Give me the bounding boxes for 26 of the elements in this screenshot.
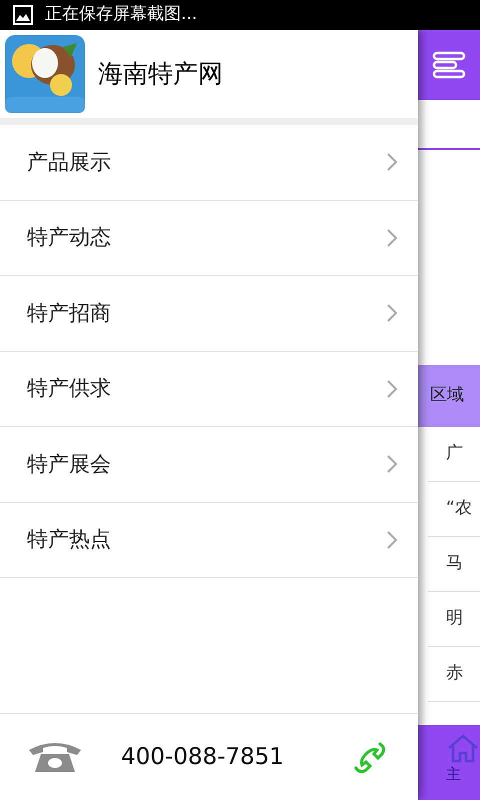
menu-button[interactable] bbox=[418, 30, 480, 100]
image-icon bbox=[13, 5, 33, 25]
menu-item[interactable]: 产品展示 bbox=[0, 125, 418, 200]
section-header: 区域 bbox=[418, 365, 480, 427]
list-item[interactable]: 马 bbox=[428, 537, 480, 592]
telephone-icon bbox=[27, 740, 83, 774]
phone-number: 400-088-7851 bbox=[121, 742, 284, 772]
chevron-right-icon bbox=[386, 152, 398, 172]
list-item[interactable]: 明 bbox=[428, 592, 480, 647]
list-item[interactable]: “农 bbox=[428, 482, 480, 537]
chevron-right-icon bbox=[386, 378, 398, 399]
notification-text: 正在保存屏幕截图... bbox=[45, 3, 198, 26]
list-item[interactable]: 广 bbox=[428, 427, 480, 482]
chevron-right-icon bbox=[386, 228, 398, 248]
menu-item[interactable]: 特产招商 bbox=[0, 276, 418, 352]
menu-item[interactable]: 特产动态 bbox=[0, 200, 418, 276]
chevron-right-icon bbox=[386, 530, 398, 550]
menu-item[interactable]: 特产供求 bbox=[0, 352, 418, 427]
list-item[interactable]: 赤 bbox=[428, 647, 480, 702]
chevron-right-icon bbox=[386, 303, 398, 324]
menu-item[interactable]: 特产展会 bbox=[0, 427, 418, 502]
app-title: 海南特产网 bbox=[98, 58, 223, 90]
menu-item[interactable]: 特产热点 bbox=[0, 502, 418, 578]
menu-icon bbox=[432, 51, 466, 79]
home-icon bbox=[446, 733, 480, 763]
chevron-right-icon bbox=[386, 454, 398, 474]
